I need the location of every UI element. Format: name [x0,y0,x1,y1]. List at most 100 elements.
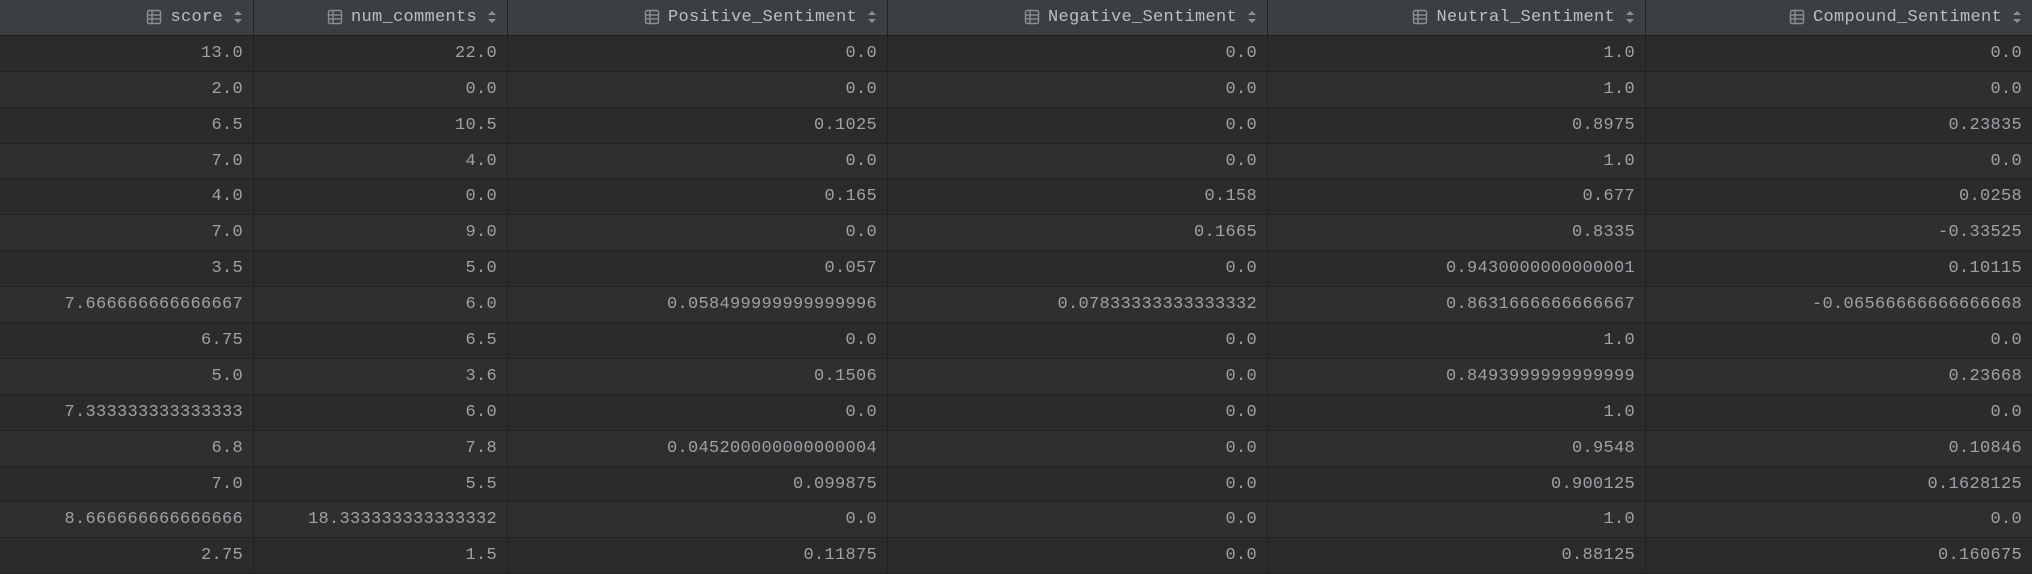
table-cell[interactable]: 0.0 [508,72,888,107]
table-cell[interactable]: 0.0 [1646,36,2032,71]
table-cell[interactable]: 0.0 [508,323,888,358]
table-row[interactable]: 7.6666666666666676.00.058499999999999996… [0,287,2032,323]
column-header-score[interactable]: score [0,0,254,35]
table-cell[interactable]: 0.0 [1646,72,2032,107]
table-cell[interactable]: 1.0 [1268,36,1646,71]
table-cell[interactable]: 0.0 [888,323,1268,358]
table-cell[interactable]: 0.0 [888,251,1268,286]
table-cell[interactable]: 6.0 [254,287,508,322]
table-cell[interactable]: 0.099875 [508,467,888,502]
table-cell[interactable]: 0.1665 [888,215,1268,250]
table-cell[interactable]: 0.0 [508,502,888,537]
table-cell[interactable]: 7.666666666666667 [0,287,254,322]
table-cell[interactable]: -0.33525 [1646,215,2032,250]
table-row[interactable]: 5.03.60.15060.00.84939999999999990.23668 [0,359,2032,395]
table-cell[interactable]: 0.23668 [1646,359,2032,394]
table-cell[interactable]: 0.0 [888,538,1268,573]
table-cell[interactable]: 8.666666666666666 [0,502,254,537]
table-cell[interactable]: 9.0 [254,215,508,250]
table-cell[interactable]: 7.0 [0,144,254,179]
table-cell[interactable]: 0.677 [1268,179,1646,214]
table-cell[interactable]: 0.0 [254,72,508,107]
sort-icon[interactable] [867,10,877,24]
table-cell[interactable]: 6.5 [0,108,254,143]
table-cell[interactable]: 0.0258 [1646,179,2032,214]
table-cell[interactable]: 6.5 [254,323,508,358]
table-cell[interactable]: 0.11875 [508,538,888,573]
table-cell[interactable]: 6.75 [0,323,254,358]
table-cell[interactable]: 0.1628125 [1646,467,2032,502]
table-cell[interactable]: 5.0 [254,251,508,286]
table-cell[interactable]: 0.0 [1646,395,2032,430]
table-cell[interactable]: 5.0 [0,359,254,394]
table-cell[interactable]: 0.160675 [1646,538,2032,573]
table-cell[interactable]: 0.9548 [1268,431,1646,466]
table-cell[interactable]: 0.8975 [1268,108,1646,143]
table-cell[interactable]: 0.10115 [1646,251,2032,286]
table-cell[interactable]: 4.0 [0,179,254,214]
table-cell[interactable]: 6.8 [0,431,254,466]
table-cell[interactable]: 0.0 [1646,323,2032,358]
table-cell[interactable]: 1.0 [1268,323,1646,358]
table-cell[interactable]: 1.0 [1268,502,1646,537]
column-header-num-comments[interactable]: num_comments [254,0,508,35]
table-cell[interactable]: 0.0 [888,395,1268,430]
table-row[interactable]: 2.751.50.118750.00.881250.160675 [0,538,2032,574]
table-row[interactable]: 7.04.00.00.01.00.0 [0,144,2032,180]
column-header-compound-sentiment[interactable]: Compound_Sentiment [1646,0,2032,35]
table-cell[interactable]: 0.1506 [508,359,888,394]
table-cell[interactable]: 0.88125 [1268,538,1646,573]
table-cell[interactable]: 0.0 [508,144,888,179]
table-row[interactable]: 8.66666666666666618.3333333333333320.00.… [0,502,2032,538]
table-cell[interactable]: 1.0 [1268,144,1646,179]
table-cell[interactable]: 0.045200000000000004 [508,431,888,466]
table-row[interactable]: 6.87.80.0452000000000000040.00.95480.108… [0,431,2032,467]
table-cell[interactable]: 0.10846 [1646,431,2032,466]
table-row[interactable]: 7.09.00.00.16650.8335-0.33525 [0,215,2032,251]
table-row[interactable]: 3.55.00.0570.00.94300000000000010.10115 [0,251,2032,287]
table-cell[interactable]: 7.0 [0,467,254,502]
table-cell[interactable]: 0.0 [888,108,1268,143]
table-cell[interactable]: 10.5 [254,108,508,143]
table-row[interactable]: 7.05.50.0998750.00.9001250.1628125 [0,467,2032,503]
table-cell[interactable]: 0.0 [888,72,1268,107]
table-cell[interactable]: 1.0 [1268,395,1646,430]
table-cell[interactable]: 0.165 [508,179,888,214]
table-cell[interactable]: 1.0 [1268,72,1646,107]
table-cell[interactable]: 0.0 [508,395,888,430]
table-cell[interactable]: 0.8493999999999999 [1268,359,1646,394]
sort-icon[interactable] [487,10,497,24]
table-cell[interactable]: 0.07833333333333332 [888,287,1268,322]
table-cell[interactable]: 4.0 [254,144,508,179]
column-header-negative-sentiment[interactable]: Negative_Sentiment [888,0,1268,35]
column-header-neutral-sentiment[interactable]: Neutral_Sentiment [1268,0,1646,35]
sort-icon[interactable] [233,10,243,24]
table-cell[interactable]: 2.0 [0,72,254,107]
sort-icon[interactable] [1625,10,1635,24]
column-header-positive-sentiment[interactable]: Positive_Sentiment [508,0,888,35]
table-cell[interactable]: 0.0 [254,179,508,214]
table-cell[interactable]: 0.058499999999999996 [508,287,888,322]
table-cell[interactable]: -0.06566666666666668 [1646,287,2032,322]
table-cell[interactable]: 0.0 [888,359,1268,394]
table-row[interactable]: 6.756.50.00.01.00.0 [0,323,2032,359]
table-row[interactable]: 4.00.00.1650.1580.6770.0258 [0,179,2032,215]
table-cell[interactable]: 0.0 [888,144,1268,179]
sort-icon[interactable] [1247,10,1257,24]
table-cell[interactable]: 7.333333333333333 [0,395,254,430]
table-cell[interactable]: 0.0 [1646,502,2032,537]
table-cell[interactable]: 0.1025 [508,108,888,143]
table-cell[interactable]: 7.0 [0,215,254,250]
table-cell[interactable]: 18.333333333333332 [254,502,508,537]
table-cell[interactable]: 0.0 [508,215,888,250]
table-cell[interactable]: 13.0 [0,36,254,71]
table-cell[interactable]: 6.0 [254,395,508,430]
table-cell[interactable]: 0.8631666666666667 [1268,287,1646,322]
table-cell[interactable]: 1.5 [254,538,508,573]
table-cell[interactable]: 0.8335 [1268,215,1646,250]
table-cell[interactable]: 0.0 [1646,144,2032,179]
table-cell[interactable]: 3.6 [254,359,508,394]
table-cell[interactable]: 7.8 [254,431,508,466]
table-cell[interactable]: 0.0 [888,467,1268,502]
table-cell[interactable]: 0.0 [508,36,888,71]
